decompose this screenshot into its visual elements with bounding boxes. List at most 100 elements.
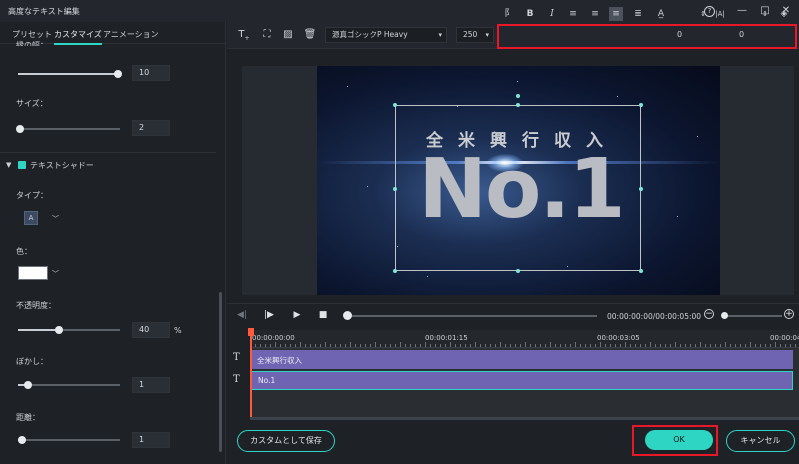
text-clip[interactable]: 全米興行収入	[251, 350, 793, 369]
timeline-scrollbar[interactable]	[250, 417, 799, 420]
timeline-ruler[interactable]: 00:00:00:00 00:00:01:15 00:00:03:05 00:0…	[250, 330, 799, 348]
play-icon[interactable]: ▶	[291, 309, 303, 321]
ruler-tick	[470, 344, 471, 347]
ruler-tick	[455, 344, 456, 347]
ruler-tick	[610, 344, 611, 347]
ruler-tick	[620, 344, 621, 347]
ruler-tick	[615, 344, 616, 347]
resize-handle[interactable]	[516, 269, 520, 273]
tab-animation[interactable]: アニメーション	[103, 29, 159, 40]
ruler-tick	[540, 344, 541, 347]
shadow-section-label: テキストシャドー	[30, 161, 94, 170]
text-track-icon: T	[233, 374, 240, 385]
ruler-tick	[775, 342, 776, 347]
add-image-icon[interactable]: ▨	[281, 28, 295, 42]
previous-frame-icon[interactable]: ◀|	[236, 309, 248, 321]
tab-customize[interactable]: カスタマイズ	[54, 29, 102, 45]
minimize-button[interactable]: —	[735, 4, 749, 18]
resize-handle[interactable]	[639, 269, 643, 273]
ruler-tick	[715, 344, 716, 347]
slider-knob[interactable]	[18, 436, 26, 444]
chevron-down-icon[interactable]: ▼	[6, 161, 11, 169]
ok-button[interactable]: OK	[645, 430, 713, 450]
slider-knob[interactable]	[114, 70, 122, 78]
chevron-down-icon[interactable]: ﹀	[52, 214, 59, 224]
ruler-tick	[350, 342, 351, 347]
border-width-value[interactable]: 10	[132, 65, 170, 81]
size-slider[interactable]	[16, 125, 120, 133]
save-as-custom-button[interactable]: カスタムとして保存	[237, 430, 335, 452]
distance-slider[interactable]	[18, 436, 120, 444]
rotate-handle[interactable]	[516, 94, 520, 98]
chevron-down-icon[interactable]: ﹀	[52, 269, 59, 279]
left-panel-scrollbar[interactable]	[219, 292, 222, 452]
ruler-tick	[260, 344, 261, 347]
cancel-button[interactable]: キャンセル	[726, 430, 795, 452]
resize-handle[interactable]	[639, 103, 643, 107]
align-justify-icon[interactable]: ≣	[631, 7, 645, 21]
align-left-icon[interactable]: ≡	[566, 7, 580, 21]
resize-handle[interactable]	[393, 269, 397, 273]
character-spacing-icon[interactable]: A̲	[654, 7, 668, 21]
ruler-tick	[730, 344, 731, 347]
ruler-tick	[545, 344, 546, 347]
ruler-tick	[595, 344, 596, 347]
slider-knob[interactable]	[16, 125, 24, 133]
slider-knob[interactable]	[55, 326, 63, 334]
align-right-icon[interactable]: ≡	[588, 7, 602, 21]
playhead-handle[interactable]	[248, 328, 254, 336]
align-center-icon[interactable]: ≡	[609, 7, 623, 21]
text-selection-box[interactable]	[395, 105, 641, 271]
opacity-slider[interactable]	[18, 326, 120, 334]
bold-icon[interactable]: B	[523, 7, 537, 21]
ruler-tick	[785, 344, 786, 347]
layers-icon[interactable]: ◈	[777, 7, 791, 21]
resize-handle[interactable]	[639, 187, 643, 191]
playhead[interactable]	[250, 328, 252, 418]
text-clip-selected[interactable]: No.1	[251, 371, 793, 390]
shadow-color-swatch[interactable]	[18, 266, 48, 280]
ruler-tick	[395, 344, 396, 347]
resize-handle[interactable]	[393, 187, 397, 191]
shadow-type-select[interactable]: A	[24, 211, 38, 225]
ruler-tick	[740, 344, 741, 347]
zoom-in-icon[interactable]: +	[784, 309, 794, 319]
border-width-slider[interactable]	[18, 70, 122, 78]
line-spacing-icon[interactable]: |A|	[713, 7, 727, 21]
distance-value[interactable]: 1	[132, 432, 170, 448]
opacity-value[interactable]: 40	[132, 322, 170, 338]
font-size-select[interactable]: 250 ▾	[456, 27, 494, 43]
blur-slider[interactable]	[18, 381, 120, 389]
chevron-down-icon: ▾	[485, 31, 489, 39]
italic-icon[interactable]: I	[545, 7, 559, 21]
resize-handle[interactable]	[393, 103, 397, 107]
zoom-out-icon[interactable]: −	[704, 309, 714, 319]
size-value[interactable]: 2	[132, 120, 170, 136]
zoom-slider-knob[interactable]	[721, 312, 728, 319]
ruler-tick	[590, 344, 591, 347]
playback-scrubber-knob[interactable]	[343, 311, 352, 320]
line-spacing-value[interactable]: 0	[739, 30, 744, 39]
blur-value[interactable]: 1	[132, 377, 170, 393]
ruler-tick	[705, 344, 706, 347]
font-select[interactable]: 源真ゴシックP Heavy ▾	[325, 27, 447, 43]
stop-icon[interactable]: ■	[317, 309, 329, 321]
add-text-icon[interactable]: T+	[237, 28, 251, 42]
vertical-text-icon[interactable]: 阝	[502, 7, 516, 21]
crop-icon[interactable]: ⛶	[260, 28, 274, 42]
shadow-checkbox[interactable]	[18, 161, 26, 169]
ruler-tick	[760, 344, 761, 347]
playback-scrubber[interactable]	[345, 315, 597, 317]
resize-handle[interactable]	[516, 103, 520, 107]
ruler-tick	[335, 344, 336, 347]
tab-preset[interactable]: プリセット	[12, 29, 52, 40]
zoom-slider[interactable]	[722, 315, 782, 317]
character-spacing-stepper[interactable]: ⇕	[696, 7, 710, 21]
text-track-icon: T	[233, 352, 240, 363]
slider-knob[interactable]	[24, 381, 32, 389]
trash-icon[interactable]: 🗑	[303, 28, 317, 42]
line-spacing-stepper[interactable]: ⇕	[758, 7, 772, 21]
title-bar: 高度なテキスト編集 ? — □ ✕	[0, 0, 799, 22]
character-spacing-value[interactable]: 0	[677, 30, 682, 39]
next-frame-icon[interactable]: |▶	[263, 309, 275, 321]
